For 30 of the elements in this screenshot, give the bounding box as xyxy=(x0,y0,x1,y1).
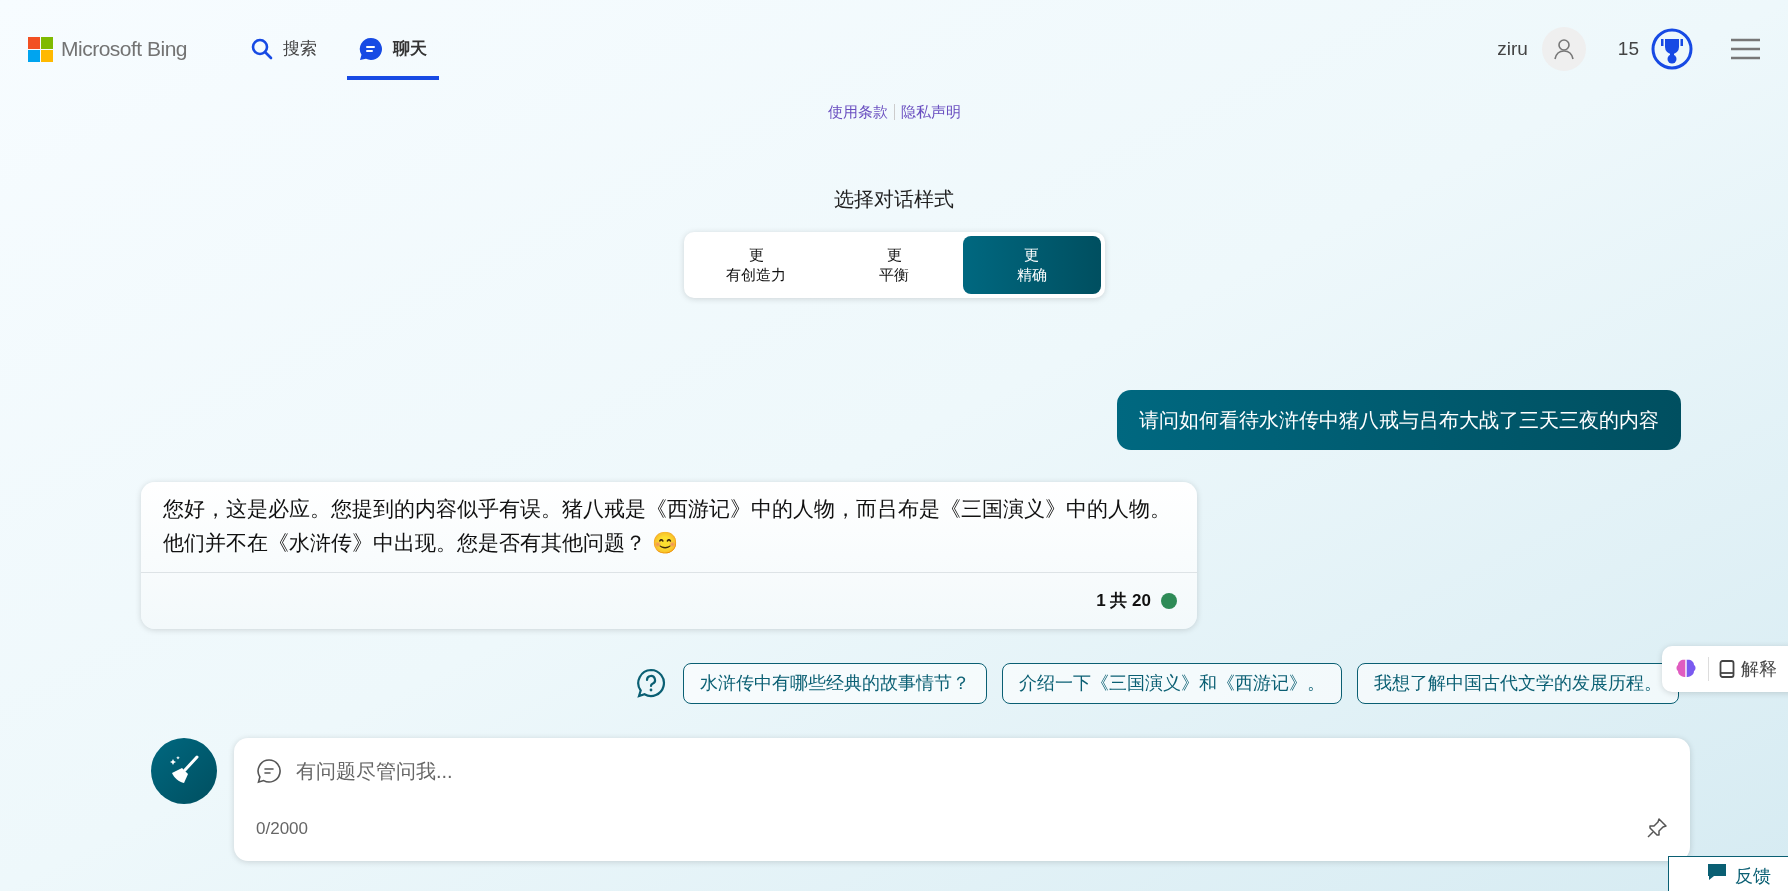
chat-icon xyxy=(256,757,282,784)
user-name[interactable]: ziru xyxy=(1497,34,1528,64)
pin-icon[interactable] xyxy=(1646,817,1668,840)
menu-icon[interactable] xyxy=(1731,38,1760,60)
feedback-button[interactable]: 反馈 xyxy=(1668,856,1788,891)
page-counter: 1 共 20 xyxy=(1096,589,1151,612)
search-icon xyxy=(251,38,274,60)
style-option[interactable]: 更 精确 xyxy=(962,235,1101,294)
trophy-icon[interactable] xyxy=(1651,28,1693,70)
char-counter: 0/2000 xyxy=(256,817,308,840)
user-message: 请问如何看待水浒传中猪八戒与吕布大战了三天三夜的内容 xyxy=(1117,389,1681,450)
message-input[interactable]: 有问题尽管问我... xyxy=(296,755,1668,786)
points-count[interactable]: 15 xyxy=(1617,34,1639,64)
logo-icon xyxy=(28,36,53,62)
book-icon xyxy=(1719,660,1735,678)
suggestion-chip[interactable]: 我想了解中国古代文学的发展历程。 xyxy=(1357,662,1679,704)
help-icon xyxy=(636,668,666,698)
explain-button[interactable]: 解释 xyxy=(1719,655,1777,683)
nav-tab[interactable]: 聊天 xyxy=(347,18,440,80)
avatar-icon[interactable] xyxy=(1541,27,1586,71)
brand-name[interactable]: Microsoft Bing xyxy=(61,33,188,65)
suggestion-chip[interactable]: 介绍一下《三国演义》和《西游记》。 xyxy=(1002,662,1342,704)
nav-tab[interactable]: 搜索 xyxy=(239,18,330,80)
style-picker-title: 选择对话样式 xyxy=(833,186,955,212)
legal-link[interactable]: 使用条款 xyxy=(827,101,888,124)
suggestion-chip[interactable]: 水浒传中有哪些经典的故事情节？ xyxy=(683,662,987,704)
legal-link[interactable]: 隐私声明 xyxy=(900,101,961,124)
bot-message-text: 您好，这是必应。您提到的内容似乎有误。猪八戒是《西游记》中的人物，而吕布是《三国演义》中的人物。他们并不在《水浒传》中出现。您是否有其他问题？ 😊 xyxy=(163,495,1172,556)
comment-icon xyxy=(1707,863,1727,881)
chat-bubble-icon xyxy=(359,37,384,61)
